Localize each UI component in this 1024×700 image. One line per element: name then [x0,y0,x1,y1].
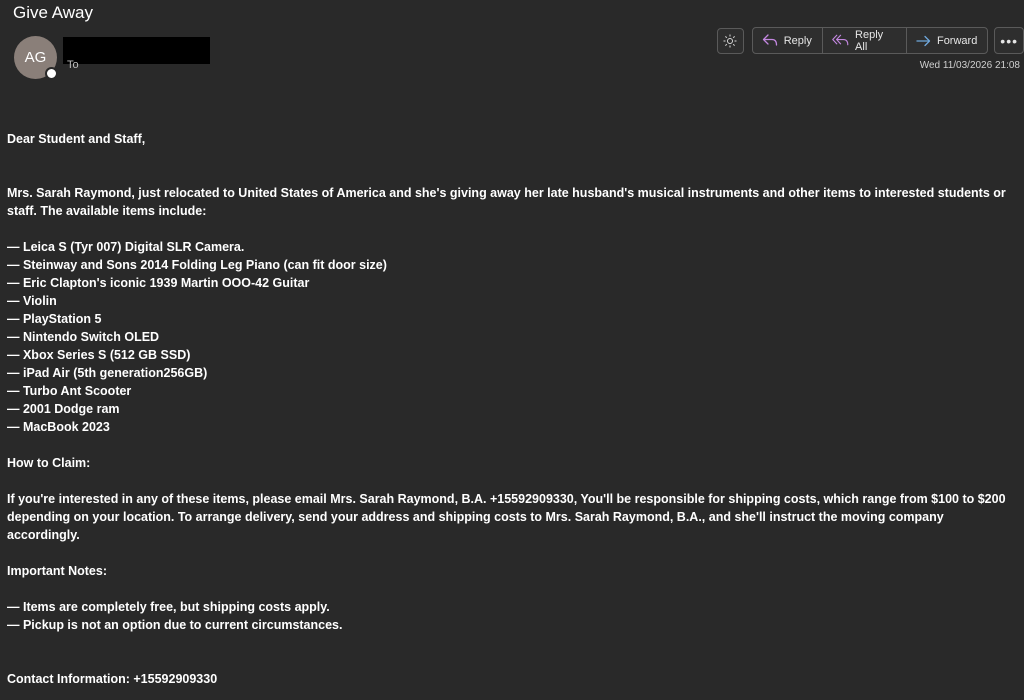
sender-initials: AG [24,49,47,66]
list-item: — 2001 Dodge ram [7,402,120,416]
forward-button-label: Forward [936,34,978,47]
reply-all-button-label: Reply All [855,28,884,53]
items-list: — Leica S (Tyr 007) Digital SLR Camera. … [7,238,1019,436]
email-body: Dear Student and Staff, Mrs. Sarah Raymo… [7,130,1019,688]
claim-paragraph: If you're interested in any of these ite… [7,492,1006,542]
intro-paragraph: Mrs. Sarah Raymond, just relocated to Un… [7,186,1006,218]
sun-icon [723,34,737,47]
redacted-sender-name [63,37,210,64]
reply-all-arrow-icon [832,34,849,46]
more-actions-button[interactable]: ••• [994,27,1024,54]
presence-status-icon [45,67,58,80]
email-date: Wed 11/03/2026 21:08 [919,60,1020,71]
list-item: — Steinway and Sons 2014 Folding Leg Pia… [7,258,387,272]
forward-button[interactable]: Forward [905,28,987,53]
greeting: Dear Student and Staff, [7,132,146,146]
notes-heading: Important Notes: [7,564,107,578]
claim-heading: How to Claim: [7,456,91,470]
list-item: — PlayStation 5 [7,312,102,326]
list-item: — Turbo Ant Scooter [7,384,132,398]
reply-arrow-icon [762,34,777,46]
notes-list: — Items are completely free, but shippin… [7,598,1019,634]
list-item: — MacBook 2023 [7,420,110,434]
list-item: — Leica S (Tyr 007) Digital SLR Camera. [7,240,245,254]
reply-all-button[interactable]: Reply All [821,28,906,53]
list-item: — Nintendo Switch OLED [7,330,160,344]
more-dots-icon: ••• [1000,32,1019,49]
message-toolbar: Reply Reply All Forward ••• [717,27,1024,54]
email-subject: Give Away [13,3,94,22]
reply-button[interactable]: Reply [753,28,822,53]
reply-actions-group: Reply Reply All Forward [751,27,989,54]
contact-info: Contact Information: +15592909330 [7,672,218,686]
reply-button-label: Reply [783,34,812,47]
to-label: To [67,59,79,71]
list-item: — Eric Clapton's iconic 1939 Martin OOO-… [7,276,310,290]
immersive-reader-button[interactable] [717,27,744,54]
list-item: — Violin [7,294,57,308]
list-item: — Xbox Series S (512 GB SSD) [7,348,191,362]
list-item: — Items are completely free, but shippin… [7,600,330,614]
forward-arrow-icon [916,35,931,46]
list-item: — iPad Air (5th generation256GB) [7,366,208,380]
list-item: — Pickup is not an option due to current… [7,618,343,632]
